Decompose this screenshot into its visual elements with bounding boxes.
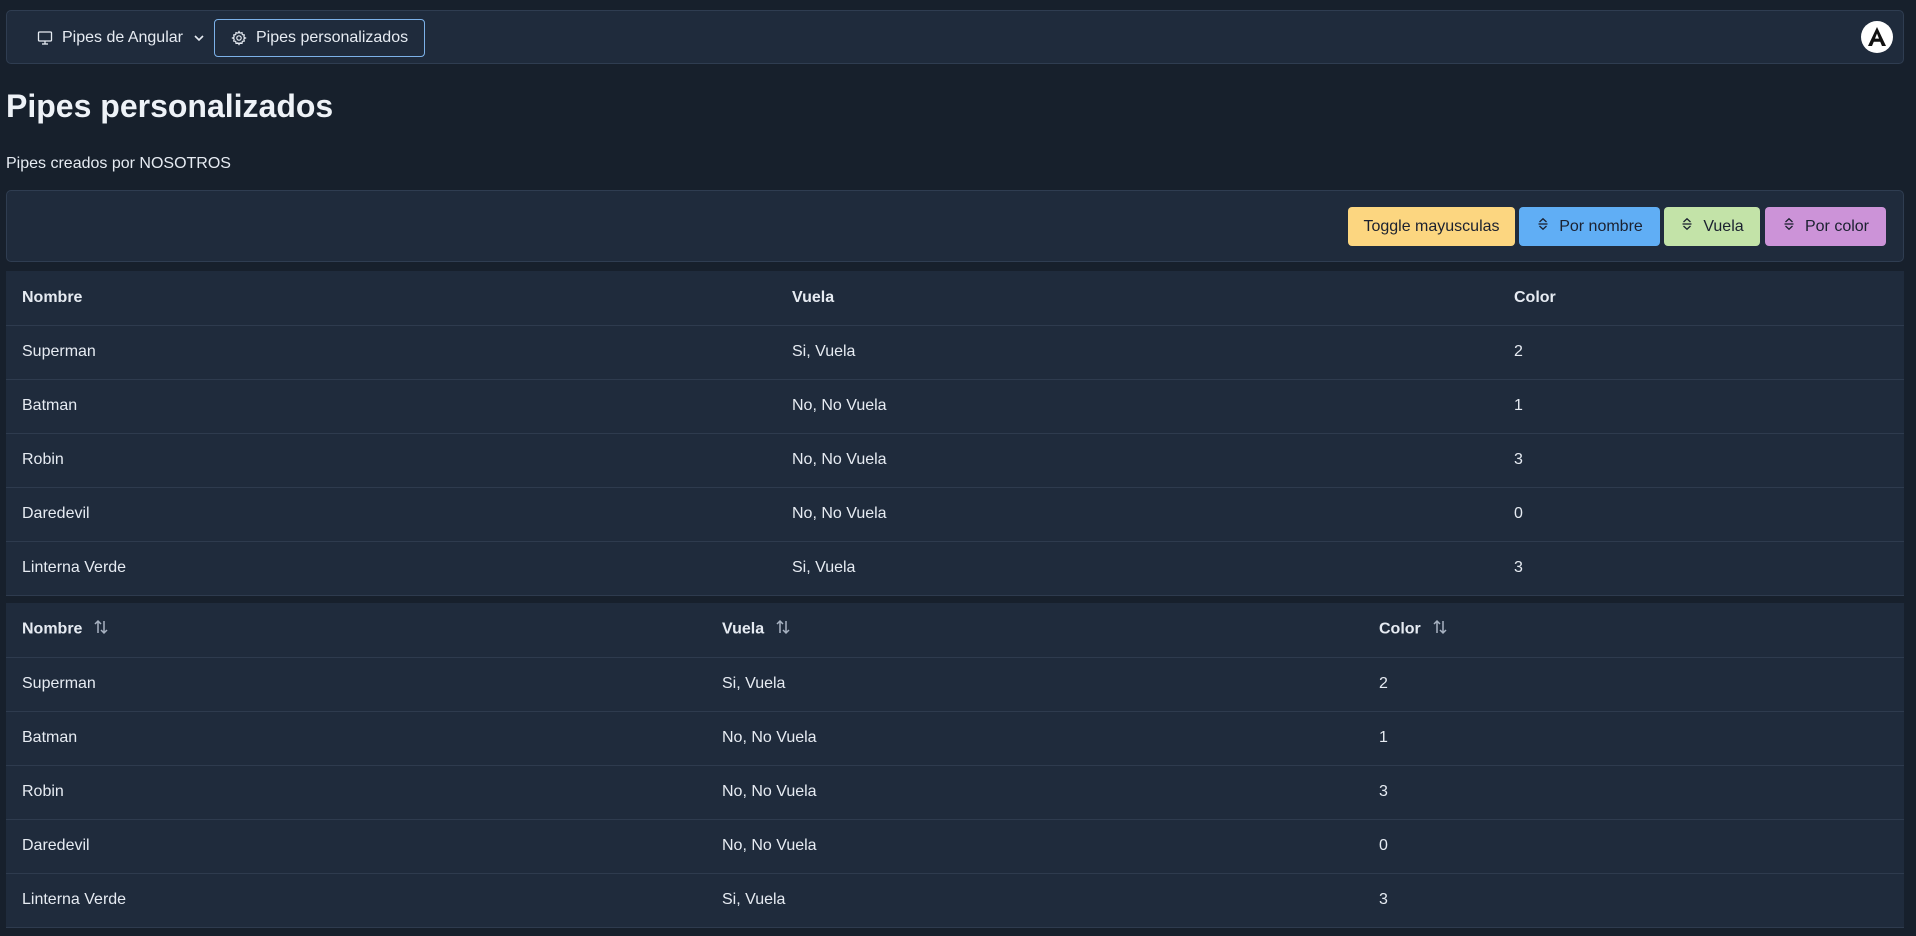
sortable-heroes-table: Nombre Vuela Color Superman Si, Vuela 2 …	[6, 603, 1904, 928]
cell-nombre: Robin	[6, 433, 776, 488]
cell-vuela: Si, Vuela	[706, 657, 1363, 712]
menu-item-label: Pipes personalizados	[256, 29, 409, 46]
cell-nombre: Superman	[6, 657, 706, 712]
gear-icon	[231, 30, 247, 46]
page: Pipes de Angular Pipes personalizados Pi…	[0, 0, 1916, 936]
cell-color: 0	[1363, 819, 1904, 874]
cell-nombre: Batman	[6, 379, 776, 434]
menu-item-pipes-angular[interactable]: Pipes de Angular	[21, 19, 222, 57]
cell-color: 0	[1498, 487, 1904, 542]
table-row: Linterna Verde Si, Vuela 3	[6, 541, 1904, 596]
sort-alt-icon	[1680, 217, 1694, 236]
cell-color: 1	[1363, 711, 1904, 766]
table-row: Superman Si, Vuela 2	[6, 657, 1904, 712]
chevron-down-icon	[192, 31, 206, 45]
sort-by-name-button[interactable]: Por nombre	[1519, 207, 1660, 246]
column-header-vuela: Vuela	[776, 271, 1498, 326]
cell-nombre: Linterna Verde	[6, 873, 706, 928]
cell-nombre: Batman	[6, 711, 706, 766]
monitor-icon	[37, 30, 53, 46]
cell-color: 2	[1363, 657, 1904, 712]
header-label: Vuela	[722, 620, 765, 638]
table-row: Daredevil No, No Vuela 0	[6, 487, 1904, 542]
cell-nombre: Daredevil	[6, 819, 706, 874]
cell-nombre: Daredevil	[6, 487, 776, 542]
menu-item-pipes-personalizados[interactable]: Pipes personalizados	[214, 19, 426, 57]
page-title: Pipes personalizados	[6, 88, 334, 124]
table-header-row: Nombre Vuela Color	[6, 271, 1904, 326]
page-subtitle: Pipes creados por NOSOTROS	[6, 155, 231, 172]
table-row: Daredevil No, No Vuela 0	[6, 819, 1904, 874]
cell-vuela: No, No Vuela	[776, 487, 1498, 542]
cell-vuela: No, No Vuela	[706, 765, 1363, 820]
sort-alt-icon	[1782, 217, 1796, 236]
table-row: Batman No, No Vuela 1	[6, 379, 1904, 434]
sortable-column-header-nombre[interactable]: Nombre	[6, 603, 706, 658]
button-label: Por color	[1804, 217, 1870, 235]
angular-logo-icon[interactable]	[1861, 21, 1893, 53]
cell-color: 3	[1363, 873, 1904, 928]
cell-vuela: No, No Vuela	[776, 433, 1498, 488]
header-label: Nombre	[22, 620, 83, 638]
table-header-row: Nombre Vuela Color	[6, 603, 1904, 658]
cell-vuela: Si, Vuela	[776, 325, 1498, 380]
column-header-color: Color	[1498, 271, 1904, 326]
table-row: Superman Si, Vuela 2	[6, 325, 1904, 380]
sortable-column-header-color[interactable]: Color	[1363, 603, 1904, 658]
cell-vuela: No, No Vuela	[776, 379, 1498, 434]
cell-color: 1	[1498, 379, 1904, 434]
sort-icon	[1431, 618, 1449, 641]
sort-icon	[774, 618, 792, 641]
sort-alt-icon	[1536, 217, 1550, 236]
sortable-column-header-vuela[interactable]: Vuela	[706, 603, 1363, 658]
cell-vuela: Si, Vuela	[776, 541, 1498, 596]
toolbar: Toggle mayusculas Por nombre Vuela Por c…	[6, 190, 1904, 262]
cell-vuela: No, No Vuela	[706, 711, 1363, 766]
table-row: Robin No, No Vuela 3	[6, 433, 1904, 488]
cell-nombre: Robin	[6, 765, 706, 820]
cell-color: 2	[1498, 325, 1904, 380]
heroes-table: Nombre Vuela Color Superman Si, Vuela 2 …	[6, 271, 1904, 596]
cell-color: 3	[1363, 765, 1904, 820]
cell-vuela: No, No Vuela	[706, 819, 1363, 874]
menubar: Pipes de Angular Pipes personalizados	[6, 10, 1904, 64]
toggle-uppercase-button[interactable]: Toggle mayusculas	[1348, 207, 1515, 246]
cell-color: 3	[1498, 433, 1904, 488]
column-header-nombre: Nombre	[6, 271, 776, 326]
table-row: Robin No, No Vuela 3	[6, 765, 1904, 820]
sort-icon	[92, 618, 110, 641]
cell-color: 3	[1498, 541, 1904, 596]
button-label: Toggle mayusculas	[1363, 217, 1500, 235]
cell-nombre: Superman	[6, 325, 776, 380]
cell-vuela: Si, Vuela	[706, 873, 1363, 928]
cell-nombre: Linterna Verde	[6, 541, 776, 596]
menu-item-label: Pipes de Angular	[62, 29, 183, 46]
button-label: Por nombre	[1559, 217, 1643, 235]
sort-by-color-button[interactable]: Por color	[1765, 207, 1886, 246]
table-row: Batman No, No Vuela 1	[6, 711, 1904, 766]
header-label: Color	[1379, 620, 1421, 638]
sort-by-flies-button[interactable]: Vuela	[1664, 207, 1760, 246]
table-row: Linterna Verde Si, Vuela 3	[6, 873, 1904, 928]
button-label: Vuela	[1703, 217, 1744, 235]
